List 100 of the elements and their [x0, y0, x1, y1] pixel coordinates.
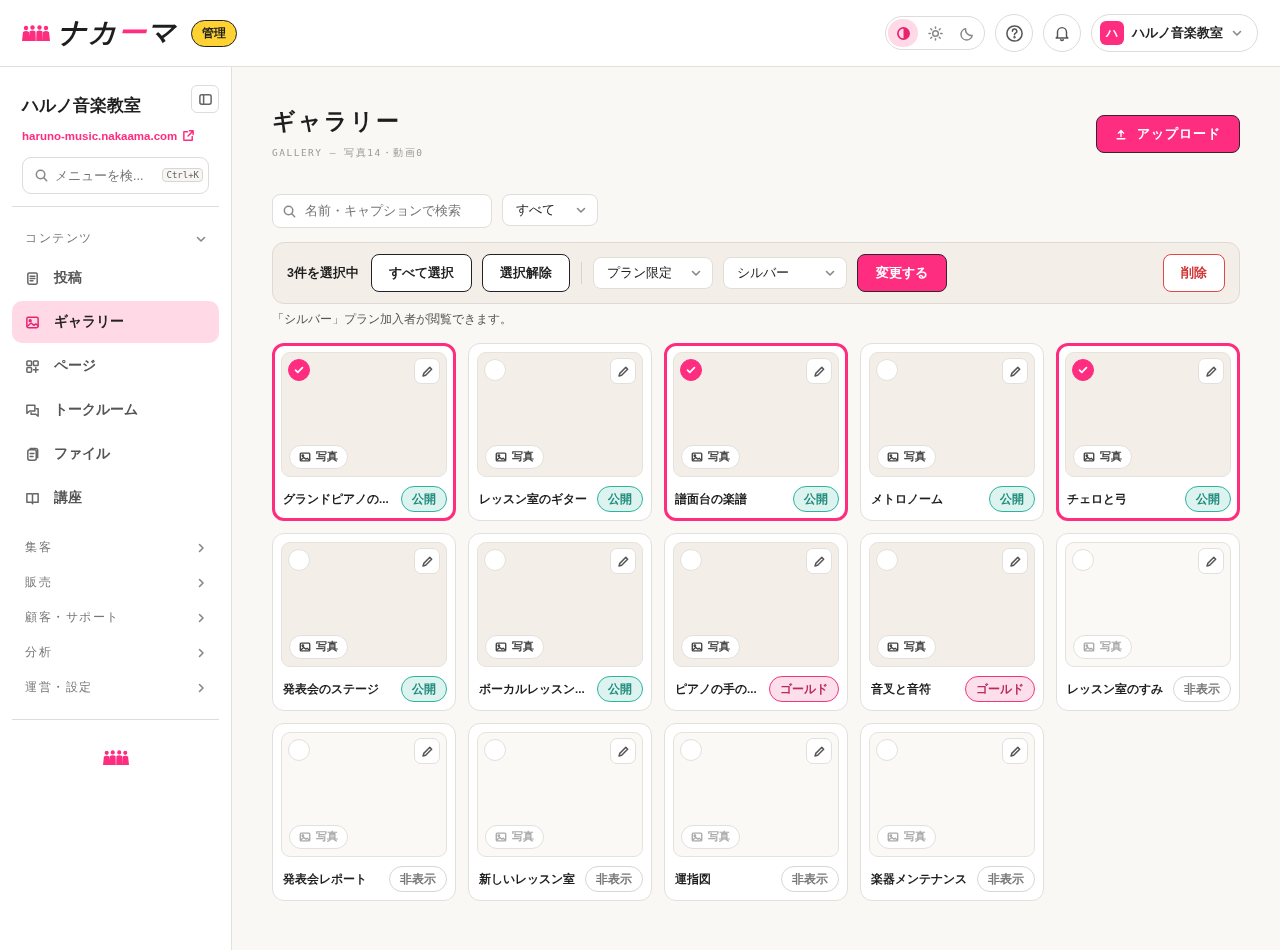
- media-type-tag: 写真: [1073, 635, 1132, 659]
- section-header[interactable]: 集客: [12, 530, 219, 565]
- gallery-card[interactable]: 写真 チェロと弓 公開: [1056, 343, 1240, 521]
- section-header[interactable]: 分析: [12, 635, 219, 670]
- image-icon: [299, 641, 311, 653]
- card-title: 譜面台の楽譜: [675, 491, 747, 507]
- image-icon: [495, 831, 507, 843]
- image-icon: [1083, 641, 1095, 653]
- edit-button[interactable]: [414, 548, 440, 574]
- delete-button[interactable]: 削除: [1163, 254, 1225, 292]
- status-badge: ゴールド: [965, 676, 1035, 702]
- status-badge: 公開: [401, 486, 447, 512]
- edit-button[interactable]: [610, 358, 636, 384]
- notification-button[interactable]: [1043, 14, 1081, 52]
- edit-button[interactable]: [1198, 548, 1224, 574]
- select-all-button[interactable]: すべて選択: [370, 254, 472, 292]
- external-link-icon: [182, 129, 196, 142]
- gallery-card[interactable]: 写真 レッスン室のギター 公開: [468, 343, 652, 521]
- edit-button[interactable]: [1198, 358, 1224, 384]
- card-title: ピアノの手の...: [675, 681, 757, 697]
- media-type-tag: 写真: [681, 445, 740, 469]
- sidebar-item[interactable]: ページ: [12, 345, 219, 387]
- gallery-card[interactable]: 写真 レッスン室のすみ 非表示: [1056, 533, 1240, 711]
- contrast-icon: [895, 25, 911, 41]
- media-type-tag: 写真: [877, 445, 936, 469]
- status-badge: 公開: [989, 486, 1035, 512]
- plan-select[interactable]: プラン限定: [592, 257, 713, 289]
- pencil-icon: [420, 554, 434, 568]
- sidebar-item[interactable]: トークルーム: [12, 389, 219, 431]
- gallery-card[interactable]: 写真 発表会のステージ 公開: [272, 533, 456, 711]
- card-title: チェロと弓: [1067, 491, 1127, 507]
- tier-select[interactable]: シルバー: [722, 257, 847, 289]
- deselect-button[interactable]: 選択解除: [481, 254, 570, 292]
- gallery-card[interactable]: 写真 発表会レポート 非表示: [272, 723, 456, 901]
- image-icon: [691, 831, 703, 843]
- site-name: ハルノ音楽教室: [22, 95, 141, 117]
- gallery-card[interactable]: 写真 グランドピアノの... 公開: [272, 343, 456, 521]
- status-badge: 非表示: [389, 866, 447, 892]
- sidebar-item[interactable]: ファイル: [12, 433, 219, 475]
- help-button[interactable]: [995, 14, 1033, 52]
- contrast-button[interactable]: [888, 19, 918, 47]
- gallery-card[interactable]: 写真 メトロノーム 公開: [860, 343, 1044, 521]
- image-icon: [1083, 451, 1095, 463]
- edit-button[interactable]: [806, 358, 832, 384]
- edit-button[interactable]: [806, 738, 832, 764]
- status-badge: 非表示: [781, 866, 839, 892]
- type-select[interactable]: すべて: [502, 194, 598, 226]
- pencil-icon: [1204, 554, 1218, 568]
- image-icon: [299, 831, 311, 843]
- status-badge: 公開: [597, 676, 643, 702]
- section-header[interactable]: 顧客・サポート: [12, 600, 219, 635]
- sidebar-item[interactable]: 投稿: [12, 257, 219, 299]
- image-icon: [691, 641, 703, 653]
- edit-button[interactable]: [1002, 738, 1028, 764]
- image-icon: [887, 831, 899, 843]
- sun-icon: [927, 25, 943, 41]
- edit-button[interactable]: [610, 548, 636, 574]
- gallery-card[interactable]: 写真 ピアノの手の... ゴールド: [664, 533, 848, 711]
- search-field[interactable]: 名前・キャプションで検索: [272, 194, 492, 228]
- apply-button[interactable]: 変更する: [856, 254, 947, 292]
- card-title: 発表会のステージ: [283, 681, 379, 697]
- edit-button[interactable]: [414, 358, 440, 384]
- grid-plus-icon: [25, 358, 40, 374]
- image-icon: [887, 451, 899, 463]
- pencil-icon: [616, 744, 630, 758]
- pencil-icon: [1008, 554, 1022, 568]
- card-title: 新しいレッスン室: [479, 871, 575, 887]
- edit-button[interactable]: [1002, 358, 1028, 384]
- document-icon: [25, 270, 40, 286]
- edit-button[interactable]: [806, 548, 832, 574]
- account-button[interactable]: ハ ハルノ音楽教室: [1091, 14, 1258, 52]
- section-header[interactable]: 販売: [12, 565, 219, 600]
- section-header[interactable]: 運営・設定: [12, 670, 219, 705]
- edit-button[interactable]: [1002, 548, 1028, 574]
- gallery-card[interactable]: 写真 ボーカルレッスン... 公開: [468, 533, 652, 711]
- media-type-tag: 写真: [485, 635, 544, 659]
- image-icon: [691, 451, 703, 463]
- search-icon: [34, 168, 49, 183]
- card-title: 発表会レポート: [283, 871, 367, 887]
- pencil-icon: [1008, 364, 1022, 378]
- edit-button[interactable]: [414, 738, 440, 764]
- site-link[interactable]: haruno-music.nakaama.com: [22, 129, 219, 142]
- gallery-card[interactable]: 写真 譜面台の楽譜 公開: [664, 343, 848, 521]
- media-type-tag: 写真: [681, 635, 740, 659]
- sidebar-item[interactable]: ギャラリー: [12, 301, 219, 343]
- upload-button[interactable]: アップロード: [1096, 115, 1240, 153]
- collapse-sidebar-button[interactable]: [191, 85, 219, 113]
- gallery-card[interactable]: 写真 楽器メンテナンス 非表示: [860, 723, 1044, 901]
- people-logo-icon: [22, 25, 50, 41]
- image-icon: [299, 451, 311, 463]
- edit-button[interactable]: [610, 738, 636, 764]
- sidebar-item[interactable]: 講座: [12, 477, 219, 519]
- gallery-card[interactable]: 写真 新しいレッスン室 非表示: [468, 723, 652, 901]
- image-icon: [25, 314, 40, 330]
- gallery-card[interactable]: 写真 運指図 非表示: [664, 723, 848, 901]
- gallery-card[interactable]: 写真 音叉と音符 ゴールド: [860, 533, 1044, 711]
- pencil-icon: [420, 364, 434, 378]
- shortcut-hint: Ctrl+K: [162, 168, 203, 182]
- status-badge: 公開: [793, 486, 839, 512]
- section-header[interactable]: コンテンツ: [12, 221, 219, 256]
